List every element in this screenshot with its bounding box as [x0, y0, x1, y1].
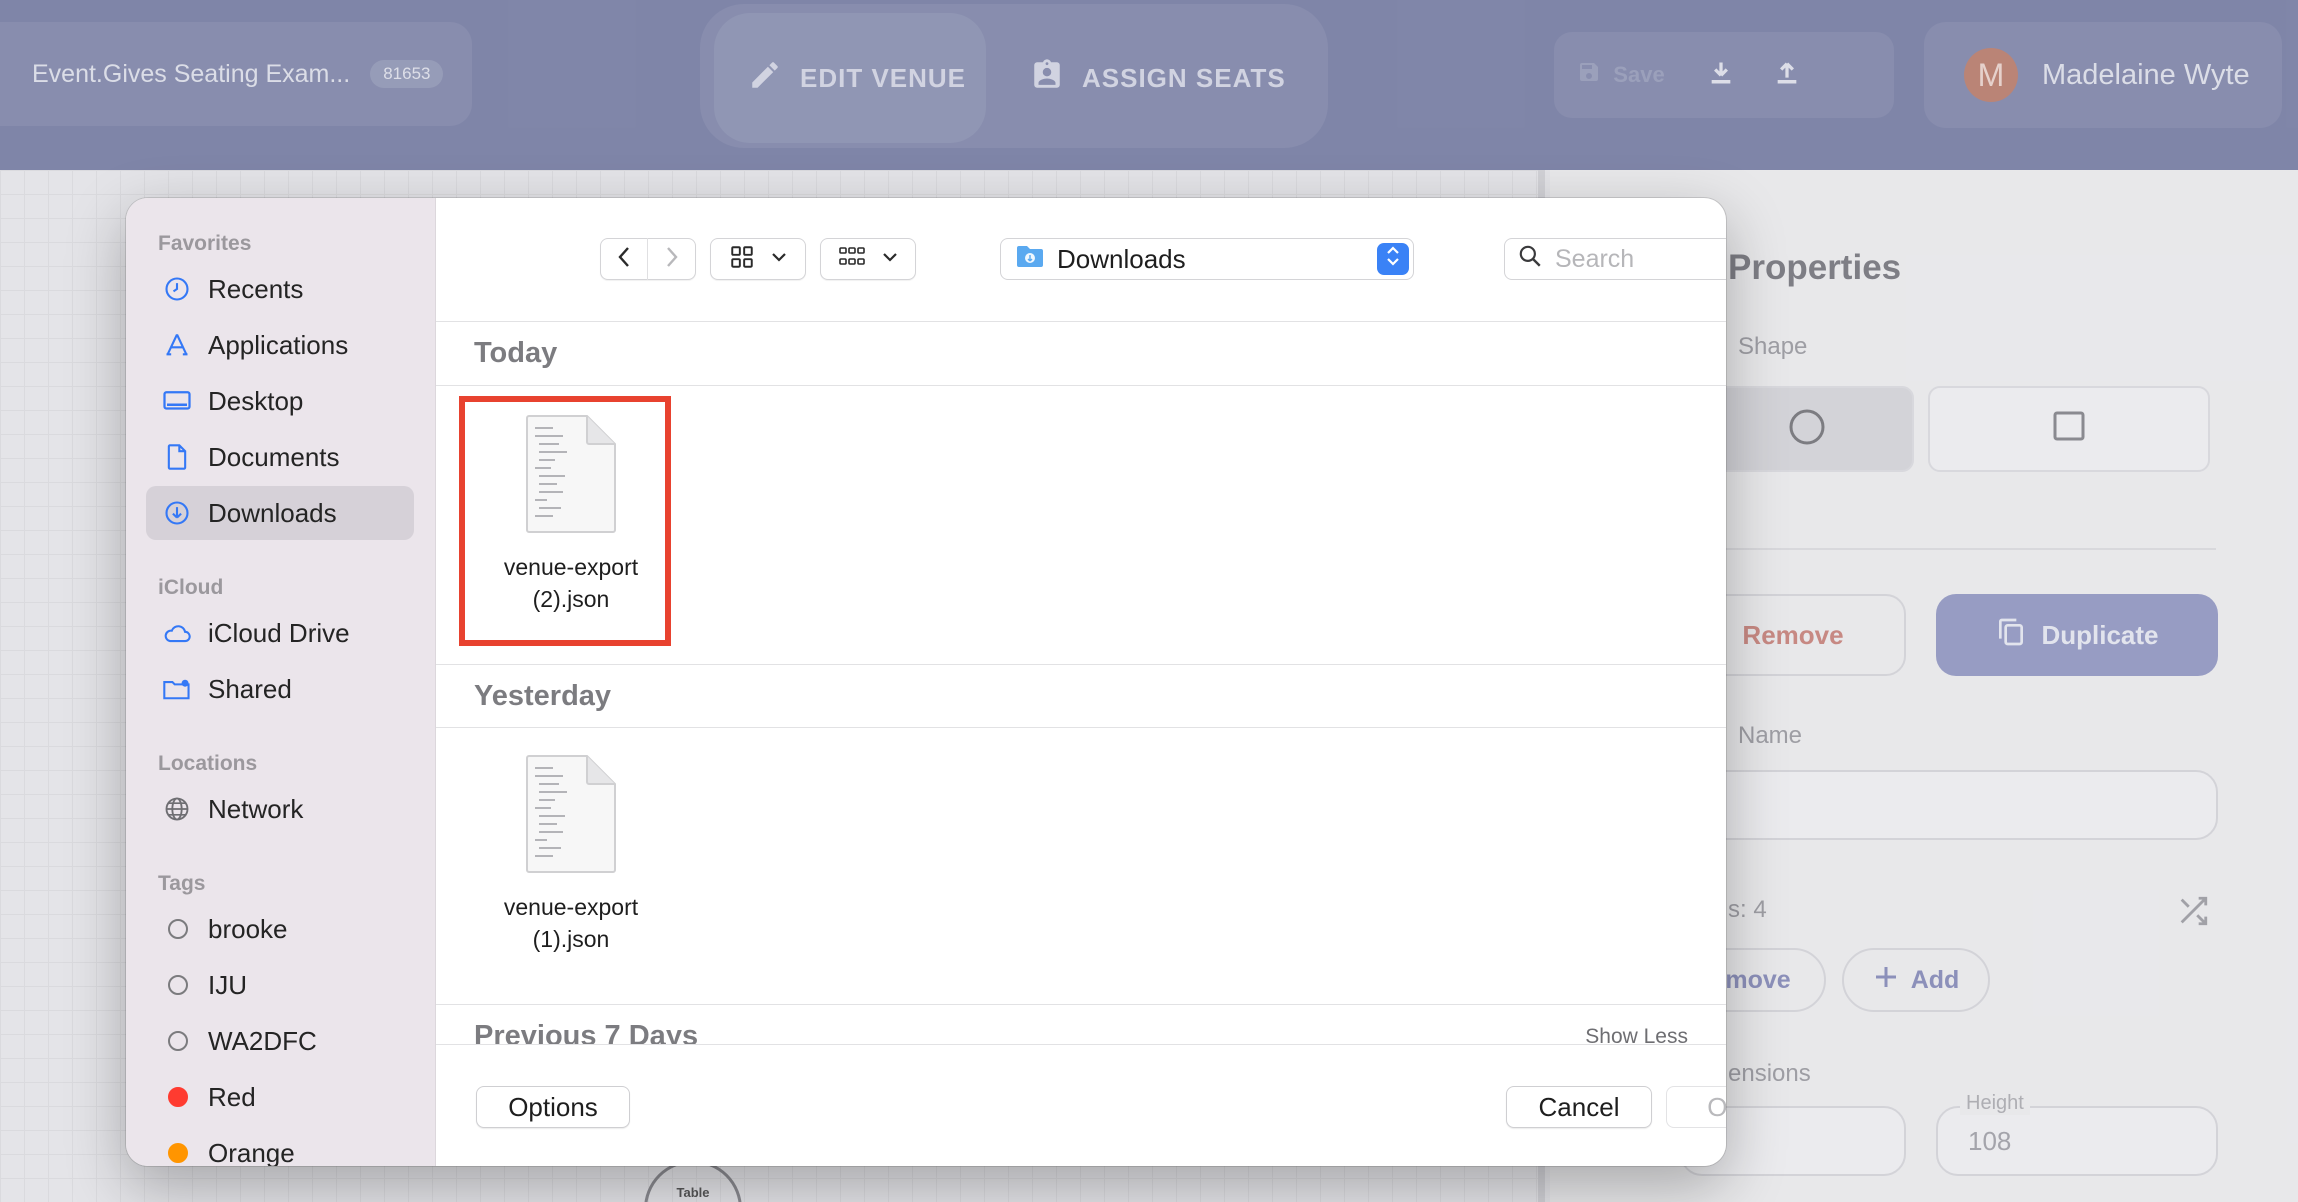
group-header-yesterday: Yesterday	[436, 664, 1726, 728]
tag-dot	[168, 919, 188, 939]
json-file-icon	[523, 752, 619, 881]
sidebar-item-label: WA2DFC	[208, 1025, 317, 1056]
sidebar-item-icloud-drive[interactable]: iCloud Drive	[146, 606, 414, 660]
group-header-today: Today	[436, 322, 1726, 386]
group-by-button[interactable]	[820, 238, 916, 280]
sidebar-tag-brooke[interactable]: brooke	[146, 902, 414, 956]
sidebar-tag-iju[interactable]: IJU	[146, 958, 414, 1012]
shared-folder-icon	[162, 674, 192, 704]
open-button[interactable]: Open	[1666, 1086, 1726, 1128]
sidebar-item-downloads[interactable]: Downloads	[146, 486, 414, 540]
forward-button[interactable]	[648, 238, 695, 280]
document-icon	[162, 442, 192, 472]
sidebar-item-label: Downloads	[208, 497, 337, 528]
search-field[interactable]: Search	[1504, 238, 1726, 280]
sidebar-item-applications[interactable]: Applications	[146, 318, 414, 372]
chevron-down-icon	[882, 250, 898, 268]
sidebar-item-recents[interactable]: Recents	[146, 262, 414, 316]
tag-dot	[168, 975, 188, 995]
grid-view-icon	[729, 244, 755, 275]
globe-icon	[162, 794, 192, 824]
location-popup[interactable]: Downloads	[1000, 238, 1414, 280]
dialog-toolbar: Downloads Search	[436, 198, 1726, 322]
group-grid-icon	[838, 245, 866, 274]
location-label: Downloads	[1057, 243, 1186, 274]
sidebar-tag-red[interactable]: Red	[146, 1070, 414, 1124]
search-placeholder: Search	[1555, 244, 1635, 273]
tag-dot-orange	[168, 1143, 188, 1163]
file-name-line2: (1).json	[532, 926, 610, 952]
sidebar-item-label: Applications	[208, 329, 349, 360]
sidebar-tag-wa2dfc[interactable]: WA2DFC	[146, 1014, 414, 1068]
sidebar-tag-orange[interactable]: Orange	[146, 1126, 414, 1166]
sidebar-item-documents[interactable]: Documents	[146, 430, 414, 484]
file-item[interactable]: venue-export (1).json	[466, 752, 676, 1002]
view-mode-button[interactable]	[710, 238, 806, 280]
sidebar-item-label: Orange	[208, 1137, 295, 1167]
sidebar-item-desktop[interactable]: Desktop	[146, 374, 414, 428]
dialog-footer: Options Cancel Open	[436, 1044, 1726, 1166]
tag-dot	[168, 1031, 188, 1051]
sidebar-item-network[interactable]: Network	[146, 782, 414, 836]
chevron-down-icon	[771, 250, 787, 268]
updown-chevron-icon	[1385, 244, 1401, 275]
sidebar-item-label: Desktop	[208, 385, 304, 416]
back-button[interactable]	[601, 238, 648, 280]
chevron-left-icon	[616, 245, 632, 274]
sidebar-item-label: Documents	[208, 441, 340, 472]
options-button[interactable]: Options	[476, 1086, 630, 1128]
location-stepper[interactable]	[1377, 243, 1409, 275]
sidebar-item-label: Shared	[208, 673, 292, 704]
sidebar-item-label: Network	[208, 793, 304, 824]
file-name-line1: venue-export	[503, 894, 639, 920]
sidebar-item-label: Red	[208, 1081, 256, 1112]
highlight-annotation	[459, 396, 671, 646]
tag-dot-red	[168, 1087, 188, 1107]
locations-header: Locations	[158, 752, 258, 775]
desktop-icon	[162, 386, 192, 416]
clock-icon	[162, 274, 192, 304]
favorites-header: Favorites	[158, 232, 252, 255]
tags-header: Tags	[158, 872, 206, 895]
file-name: venue-export (1).json	[471, 891, 671, 955]
cancel-button[interactable]: Cancel	[1506, 1086, 1652, 1128]
icloud-header: iCloud	[158, 576, 224, 599]
dialog-sidebar: Favorites Recents Applications Desktop D…	[126, 198, 436, 1166]
sidebar-item-label: IJU	[208, 969, 247, 1000]
sidebar-item-label: brooke	[208, 913, 288, 944]
download-circle-icon	[162, 498, 192, 528]
chevron-right-icon	[664, 245, 680, 274]
cloud-icon	[162, 618, 192, 648]
sidebar-item-label: Recents	[208, 273, 304, 304]
applications-icon	[162, 330, 192, 360]
history-nav	[600, 238, 696, 280]
search-icon	[1517, 243, 1543, 276]
sidebar-item-shared[interactable]: Shared	[146, 662, 414, 716]
sidebar-item-label: iCloud Drive	[208, 617, 350, 648]
open-file-dialog: Favorites Recents Applications Desktop D…	[126, 198, 1726, 1166]
downloads-folder-icon	[1015, 243, 1045, 276]
